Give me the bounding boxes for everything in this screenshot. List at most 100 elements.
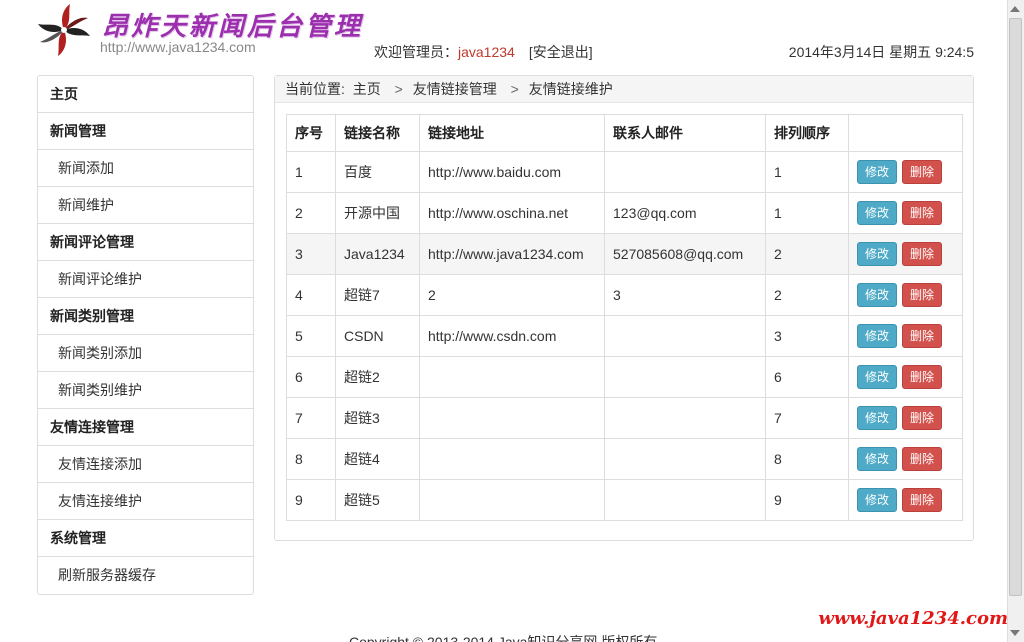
edit-button[interactable]: 修改 xyxy=(857,283,897,307)
breadcrumb-separator: > xyxy=(394,81,403,97)
col-header-email: 联系人邮件 xyxy=(604,114,766,152)
sidebar-group-categories[interactable]: 新闻类别管理 xyxy=(38,298,253,335)
edit-button[interactable]: 修改 xyxy=(857,365,897,389)
sidebar-item-category-add[interactable]: 新闻类别添加 xyxy=(38,335,253,372)
cell-link-url: 2 xyxy=(419,274,605,316)
delete-button[interactable]: 删除 xyxy=(902,242,942,266)
welcome-area: 欢迎管理员：java1234 [安全退出] xyxy=(374,42,593,62)
col-header-order: 排列顺序 xyxy=(765,114,849,152)
delete-button[interactable]: 删除 xyxy=(902,447,942,471)
edit-button[interactable]: 修改 xyxy=(857,160,897,184)
edit-button[interactable]: 修改 xyxy=(857,324,897,348)
sidebar-group-comments[interactable]: 新闻评论管理 xyxy=(38,224,253,261)
cell-actions: 修改 删除 xyxy=(848,151,963,193)
delete-button[interactable]: 删除 xyxy=(902,160,942,184)
scrollbar-thumb[interactable] xyxy=(1009,18,1022,596)
pinwheel-logo-icon xyxy=(38,4,90,56)
table-row: 6 超链2 6 修改 删除 xyxy=(286,356,963,398)
cell-index: 4 xyxy=(286,274,336,316)
table-row: 3 Java1234 http://www.java1234.com 52708560… xyxy=(286,233,963,275)
breadcrumb-prefix: 当前位置: xyxy=(285,81,345,97)
breadcrumb-link-management[interactable]: 友情链接管理 xyxy=(413,81,497,97)
cell-link-name: 超链5 xyxy=(335,479,420,521)
delete-button[interactable]: 删除 xyxy=(902,324,942,348)
cell-actions: 修改 删除 xyxy=(848,192,963,234)
sidebar-item-refresh-cache[interactable]: 刷新服务器缓存 xyxy=(38,557,253,594)
delete-button[interactable]: 删除 xyxy=(902,488,942,512)
cell-contact-email: 527085608@qq.com xyxy=(604,233,766,275)
cell-index: 9 xyxy=(286,479,336,521)
site-brand-title: 昂炸天新闻后台管理 xyxy=(102,12,364,42)
current-datetime: 2014年3月14日 星期五 9:24:5 xyxy=(788,44,974,60)
cell-index: 1 xyxy=(286,151,336,193)
cell-link-name: 超链4 xyxy=(335,438,420,480)
col-header-name: 链接名称 xyxy=(335,114,420,152)
cell-actions: 修改 删除 xyxy=(848,315,963,357)
cell-link-name: CSDN xyxy=(335,315,420,357)
cell-actions: 修改 删除 xyxy=(848,233,963,275)
sidebar-item-category-maintain[interactable]: 新闻类别维护 xyxy=(38,372,253,409)
watermark: www.java1234.com xyxy=(818,608,1008,629)
edit-button[interactable]: 修改 xyxy=(857,447,897,471)
breadcrumb-current: 友情链接维护 xyxy=(528,81,613,97)
cell-link-name: 开源中国 xyxy=(335,192,420,234)
table-row: 7 超链3 7 修改 删除 xyxy=(286,397,963,439)
cell-contact-email xyxy=(604,397,766,439)
sidebar-item-link-maintain[interactable]: 友情连接维护 xyxy=(38,483,253,520)
cell-contact-email: 123@qq.com xyxy=(604,192,766,234)
sidebar-group-system[interactable]: 系统管理 xyxy=(38,520,253,557)
cell-link-name: 超链3 xyxy=(335,397,420,439)
cell-order: 3 xyxy=(765,315,849,357)
cell-contact-email: 3 xyxy=(604,274,766,316)
cell-index: 3 xyxy=(286,233,336,275)
table-row: 2 开源中国 http://www.oschina.net 123@qq.com 1 修改… xyxy=(286,192,963,234)
cell-link-name: 超链7 xyxy=(335,274,420,316)
sidebar-item-news-add[interactable]: 新闻添加 xyxy=(38,150,253,187)
delete-button[interactable]: 删除 xyxy=(902,365,942,389)
sidebar-group-links[interactable]: 友情连接管理 xyxy=(38,409,253,446)
cell-contact-email xyxy=(604,356,766,398)
vertical-scrollbar[interactable] xyxy=(1007,0,1024,642)
cell-order: 9 xyxy=(765,479,849,521)
sidebar-item-home[interactable]: 主页 xyxy=(38,76,253,113)
scroll-down-icon[interactable] xyxy=(1010,630,1020,636)
footer-copyright: Copyright © 2013-2014 Java知识分享网 版权所有 xyxy=(349,634,658,642)
breadcrumb: 当前位置: 主页 > 友情链接管理 > 友情链接维护 xyxy=(275,76,973,103)
cell-index: 2 xyxy=(286,192,336,234)
cell-order: 7 xyxy=(765,397,849,439)
delete-button[interactable]: 删除 xyxy=(902,201,942,225)
cell-contact-email xyxy=(604,438,766,480)
cell-order: 6 xyxy=(765,356,849,398)
cell-index: 6 xyxy=(286,356,336,398)
col-header-actions xyxy=(848,114,963,152)
welcome-label: 欢迎管理员： xyxy=(374,44,458,60)
cell-actions: 修改 删除 xyxy=(848,356,963,398)
sidebar-item-comments-maintain[interactable]: 新闻评论维护 xyxy=(38,261,253,298)
cell-link-url: http://www.oschina.net xyxy=(419,192,605,234)
cell-index: 7 xyxy=(286,397,336,439)
edit-button[interactable]: 修改 xyxy=(857,242,897,266)
scroll-up-icon[interactable] xyxy=(1010,6,1020,12)
sidebar-item-link-add[interactable]: 友情连接添加 xyxy=(38,446,253,483)
cell-actions: 修改 删除 xyxy=(848,274,963,316)
breadcrumb-separator: > xyxy=(510,81,519,97)
breadcrumb-home[interactable]: 主页 xyxy=(353,81,381,97)
col-header-url: 链接地址 xyxy=(419,114,605,152)
table-row: 8 超链4 8 修改 删除 xyxy=(286,438,963,480)
delete-button[interactable]: 删除 xyxy=(902,283,942,307)
sidebar-group-news[interactable]: 新闻管理 xyxy=(38,113,253,150)
edit-button[interactable]: 修改 xyxy=(857,406,897,430)
cell-link-name: 百度 xyxy=(335,151,420,193)
cell-link-url: http://www.java1234.com xyxy=(419,233,605,275)
cell-actions: 修改 删除 xyxy=(848,397,963,439)
logout-link[interactable]: [安全退出] xyxy=(529,44,593,60)
cell-index: 5 xyxy=(286,315,336,357)
sidebar-item-news-maintain[interactable]: 新闻维护 xyxy=(38,187,253,224)
edit-button[interactable]: 修改 xyxy=(857,488,897,512)
delete-button[interactable]: 删除 xyxy=(902,406,942,430)
table-row: 1 百度 http://www.baidu.com 1 修改 删除 xyxy=(286,151,963,193)
cell-link-url xyxy=(419,438,605,480)
edit-button[interactable]: 修改 xyxy=(857,201,897,225)
table-row: 5 CSDN http://www.csdn.com 3 修改 删除 xyxy=(286,315,963,357)
cell-contact-email xyxy=(604,151,766,193)
